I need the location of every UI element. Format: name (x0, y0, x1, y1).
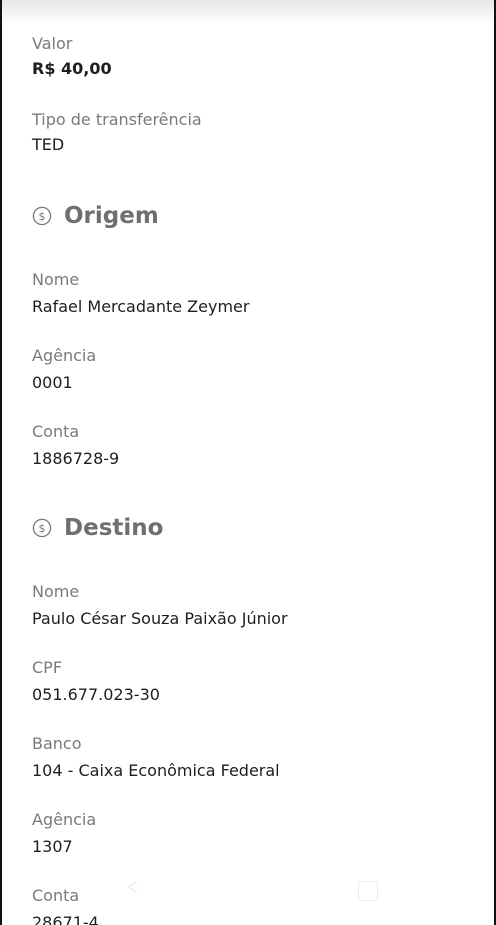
origem-agencia-value: 0001 (32, 373, 73, 392)
svg-text:$: $ (39, 522, 46, 535)
destino-conta-label: Conta (32, 886, 80, 905)
field-destino-conta: Conta 28671-4 (32, 886, 99, 925)
svg-text:$: $ (39, 210, 46, 223)
back-chevron-icon (127, 880, 138, 894)
destino-nome-label: Nome (32, 582, 80, 601)
field-valor: Valor R$ 40,00 (32, 34, 112, 80)
section-destino-title: Destino (64, 515, 164, 541)
dollar-circle-icon: $ (32, 206, 52, 226)
field-destino-banco: Banco 104 - Caixa Econômica Federal (32, 734, 280, 782)
top-shadow (2, 0, 494, 24)
destino-banco-value: 104 - Caixa Econômica Federal (32, 761, 280, 780)
destino-banco-label: Banco (32, 734, 82, 753)
field-origem-agencia: Agência 0001 (32, 346, 96, 394)
origem-conta-value: 1886728-9 (32, 449, 120, 468)
section-origem-title: Origem (64, 203, 159, 229)
field-destino-nome: Nome Paulo César Souza Paixão Júnior (32, 582, 288, 630)
destino-nome-value: Paulo César Souza Paixão Júnior (32, 609, 288, 628)
field-tipo-transferencia: Tipo de transferência TED (32, 110, 202, 156)
tipo-transferencia-value: TED (32, 135, 65, 154)
destino-agencia-value: 1307 (32, 837, 73, 856)
section-origem-header: $ Origem (32, 202, 159, 230)
square-icon (358, 881, 378, 901)
section-destino-header: $ Destino (32, 514, 163, 542)
origem-nome-label: Nome (32, 270, 80, 289)
destino-cpf-label: CPF (32, 658, 63, 677)
field-destino-agencia: Agência 1307 (32, 810, 96, 858)
dollar-circle-icon: $ (32, 518, 52, 538)
transfer-receipt-screen: Valor R$ 40,00 Tipo de transferência TED… (0, 0, 496, 925)
origem-agencia-label: Agência (32, 346, 97, 365)
field-destino-cpf: CPF 051.677.023-30 (32, 658, 160, 706)
valor-value: R$ 40,00 (32, 59, 112, 78)
field-origem-nome: Nome Rafael Mercadante Zeymer (32, 270, 249, 318)
destino-conta-value: 28671-4 (32, 913, 99, 925)
tipo-transferencia-label: Tipo de transferência (32, 110, 202, 129)
destino-agencia-label: Agência (32, 810, 97, 829)
field-origem-conta: Conta 1886728-9 (32, 422, 119, 470)
origem-conta-label: Conta (32, 422, 80, 441)
destino-cpf-value: 051.677.023-30 (32, 685, 160, 704)
valor-label: Valor (32, 34, 73, 53)
origem-nome-value: Rafael Mercadante Zeymer (32, 297, 250, 316)
